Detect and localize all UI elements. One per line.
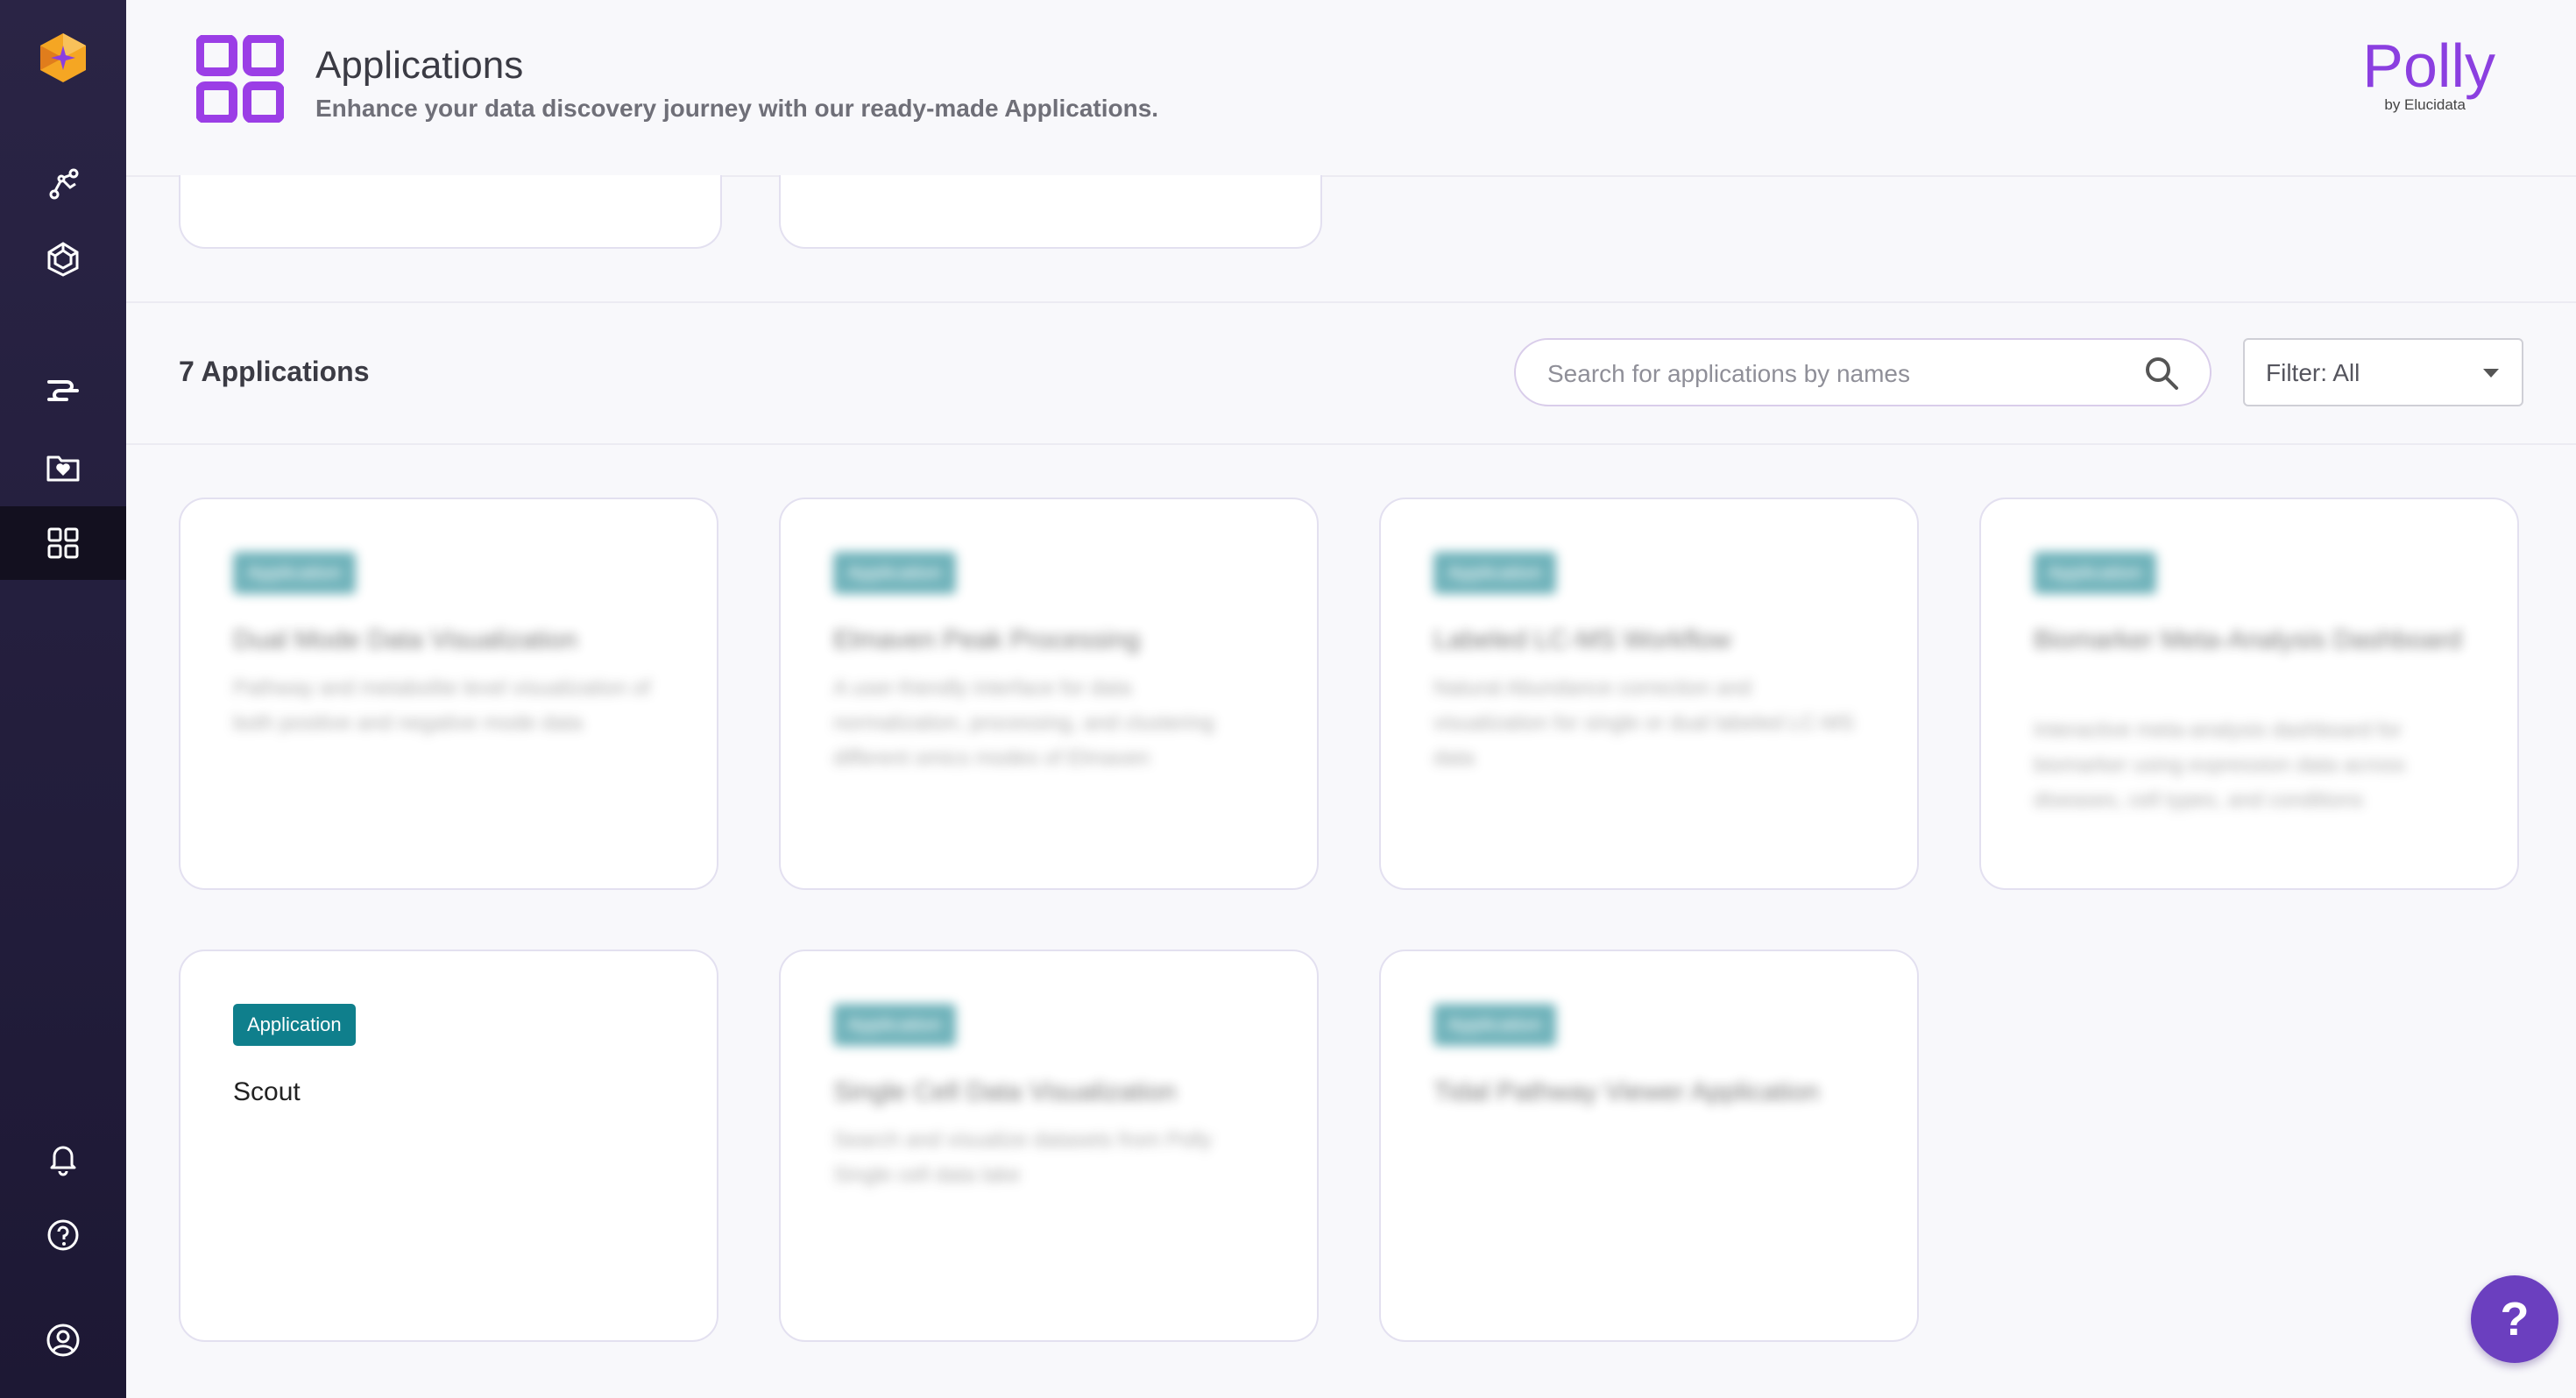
card-badge: Application [2034, 552, 2156, 594]
nav-atlas[interactable] [0, 222, 126, 296]
card-content-blurred: Application Tidal Pathway Viewer Applica… [1381, 951, 1917, 1340]
card-content-blurred: Application Elmaven Peak Processing A us… [781, 499, 1317, 888]
help-circle-icon [47, 1219, 79, 1251]
app-card-scout[interactable]: Application Scout [179, 950, 718, 1342]
divider [126, 301, 2576, 303]
card-partial[interactable] [779, 175, 1322, 249]
card-content-blurred: Application Biomarker Meta-Analysis Dash… [1981, 499, 2517, 888]
card-description: Natural Abundance correction and visuali… [1433, 676, 1855, 770]
card-title: Biomarker Meta-Analysis Dashboard [2034, 625, 2462, 654]
brand-logo: Polly by Elucidata [2362, 35, 2495, 114]
favorites-folder-icon [46, 455, 80, 482]
card-title: Scout [233, 1077, 301, 1106]
app-card[interactable]: Application Elmaven Peak Processing A us… [779, 498, 1319, 890]
card-badge: Application [233, 1004, 356, 1046]
card-badge: Application [1433, 1004, 1556, 1046]
card-badge: Application [233, 552, 356, 594]
nav-help[interactable] [0, 1198, 126, 1272]
search-box [1514, 338, 2212, 406]
card-content-blurred: Application Single Cell Data Visualizati… [781, 951, 1317, 1340]
help-button[interactable]: ? [2471, 1275, 2558, 1363]
app-card[interactable]: Application Labeled LC-MS Workflow Natur… [1379, 498, 1919, 890]
filter-dropdown[interactable]: Filter: All [2243, 338, 2523, 406]
card-badge: Application [833, 552, 956, 594]
applications-grid-icon [47, 527, 79, 559]
nav-workflows[interactable] [0, 354, 126, 427]
app-card[interactable]: Application Biomarker Meta-Analysis Dash… [1979, 498, 2519, 890]
card-content-blurred: Application Dual Mode Data Visualization… [180, 499, 717, 888]
divider [126, 443, 2576, 445]
card-description: Search and visualize datasets from Polly… [833, 1128, 1213, 1187]
card-description: A user-friendly interface for data norma… [833, 676, 1214, 770]
nav-profile[interactable] [0, 1303, 126, 1377]
card-description: Interactive meta-analysis dashboard for … [2034, 718, 2406, 812]
card-title: Tidal Pathway Viewer Application [1433, 1077, 1820, 1106]
sidebar [0, 0, 126, 1398]
search-icon[interactable] [2143, 355, 2180, 392]
card-content-blurred: Application Labeled LC-MS Workflow Natur… [1381, 499, 1917, 888]
nav-pipelines[interactable] [0, 147, 126, 221]
pipeline-icon [49, 168, 79, 200]
brand-name: Polly [2362, 32, 2495, 100]
search-input[interactable] [1546, 352, 2110, 396]
card-title: Dual Mode Data Visualization [233, 625, 578, 654]
card-badge: Application [833, 1004, 956, 1046]
card-badge: Application [1433, 552, 1556, 594]
card-partial[interactable] [179, 175, 722, 249]
atlas-icon [47, 242, 79, 277]
nav-notifications[interactable] [0, 1121, 126, 1195]
question-mark-icon: ? [2500, 1293, 2530, 1345]
card-title: Single Cell Data Visualization [833, 1077, 1177, 1106]
page-title: Applications [315, 44, 524, 87]
applications-count: 7 Applications [179, 356, 370, 387]
page-header: Applications Enhance your data discovery… [126, 0, 2576, 177]
workflow-icon [47, 380, 79, 401]
applications-grid-icon [196, 35, 284, 123]
nav-favorites[interactable] [0, 431, 126, 505]
app-card[interactable]: Application Dual Mode Data Visualization… [179, 498, 718, 890]
bell-icon [50, 1146, 76, 1176]
user-icon [46, 1324, 80, 1357]
card-title: Labeled LC-MS Workflow [1433, 625, 1731, 654]
card-title: Elmaven Peak Processing [833, 625, 1141, 654]
app-card[interactable]: Application Single Cell Data Visualizati… [779, 950, 1319, 1342]
page-subtitle: Enhance your data discovery journey with… [315, 95, 1159, 122]
nav-applications[interactable] [0, 506, 126, 580]
card-description: Pathway and metabolite level visualizati… [233, 676, 651, 735]
chevron-down-icon [2483, 369, 2499, 378]
polly-logo-icon[interactable] [39, 32, 88, 84]
filter-label: Filter: All [2266, 359, 2360, 386]
app-card[interactable]: Application Tidal Pathway Viewer Applica… [1379, 950, 1919, 1342]
